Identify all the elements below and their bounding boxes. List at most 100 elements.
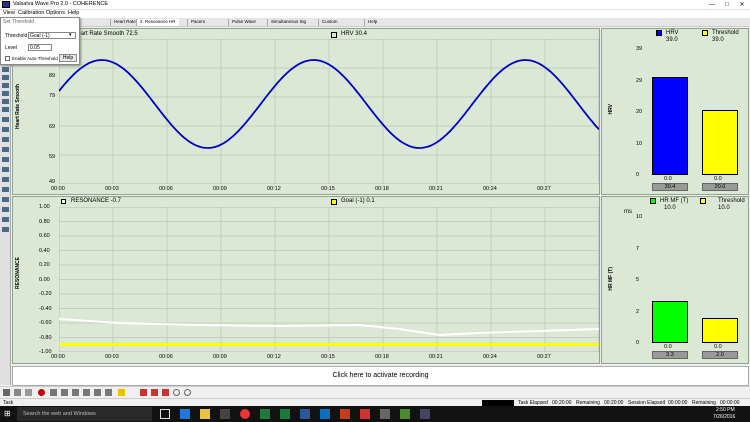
tool-icon[interactable] (140, 389, 147, 396)
excel-icon[interactable] (260, 409, 270, 419)
powerpoint-icon[interactable] (340, 409, 350, 419)
tool-icon[interactable] (83, 389, 90, 396)
tool-icon[interactable] (3, 389, 10, 396)
resonance-panel-title: RESONANCE -0.7 (71, 198, 122, 204)
tool-icon[interactable] (2, 147, 9, 152)
tool-icon[interactable] (2, 127, 9, 132)
tool-icon[interactable] (2, 117, 9, 122)
menu-view[interactable]: View (3, 10, 15, 16)
edge-icon[interactable] (180, 409, 190, 419)
x-tick-label: 00:18 (375, 354, 389, 360)
x-tick-label: 00:24 (483, 186, 497, 192)
tool-icon[interactable] (105, 389, 112, 396)
close-button[interactable]: ✕ (735, 0, 749, 10)
tool-icon[interactable] (2, 83, 9, 88)
clock-time: 2:50 PM (716, 407, 735, 413)
hrv-bar-panel: HRV 39.0 Threshold 39.0 HRV 39 29 20 10 0 0.0… (601, 28, 749, 195)
level-input[interactable]: 0.05 (28, 44, 52, 51)
app-icon (2, 1, 10, 8)
tab-resonance-hr[interactable]: 2. Resonance HR (136, 19, 179, 26)
tool-icon[interactable] (94, 389, 101, 396)
tool-icon[interactable] (72, 389, 79, 396)
help-icon[interactable] (118, 389, 125, 396)
threshold-value-label: 20.0 (702, 183, 738, 191)
tool-icon[interactable] (2, 137, 9, 142)
bar-y-tick: 7 (636, 245, 640, 252)
tab-heart-rate[interactable]: Heart Rate (110, 19, 139, 26)
tool-icon[interactable] (2, 227, 9, 232)
hr-ytick: 89 (49, 73, 56, 79)
hrv-legend-label: HRV 30.4 (341, 31, 367, 37)
auto-threshold-checkbox[interactable] (5, 56, 10, 61)
title-bar: Valsalva Wave Pro 2.0 - COHERENCE — □ ✕ (0, 0, 750, 10)
tool-icon[interactable] (2, 107, 9, 112)
record-icon[interactable] (38, 389, 45, 396)
app-icon[interactable] (420, 409, 430, 419)
zoom-out-icon[interactable] (184, 389, 191, 396)
goal-legend-swatch[interactable] (331, 199, 337, 205)
store-icon[interactable] (220, 409, 230, 419)
windows-start-icon[interactable]: ⊞ (4, 410, 12, 418)
chrome-icon[interactable] (240, 409, 250, 419)
bar-y-tick: 10 (636, 214, 643, 220)
record-button[interactable]: Click here to activate recording (12, 366, 749, 386)
x-tick-label: 00:21 (429, 186, 443, 192)
outlook-icon[interactable] (320, 409, 330, 419)
task-view-icon[interactable] (160, 409, 170, 419)
hr-ytick: 49 (49, 179, 56, 185)
tool-icon[interactable] (162, 389, 169, 396)
y-tick-label: -1.00 (39, 349, 52, 355)
tool-icon[interactable] (25, 389, 32, 396)
hr-mf-bar (652, 301, 688, 343)
tool-icon[interactable] (2, 75, 9, 80)
tool-icon[interactable] (2, 99, 9, 104)
tool-icon[interactable] (2, 187, 9, 192)
tool-icon[interactable] (2, 167, 9, 172)
tool-icon[interactable] (2, 177, 9, 182)
acrobat-icon[interactable] (360, 409, 370, 419)
minimize-button[interactable]: — (705, 0, 719, 10)
word-icon[interactable] (300, 409, 310, 419)
app-icon[interactable] (400, 409, 410, 419)
tab-help[interactable]: Help (364, 19, 380, 26)
zoom-in-icon[interactable] (173, 389, 180, 396)
tab-simultaneous-sig[interactable]: Simultaneous Sig (267, 19, 309, 26)
threshold-label: Threshold (5, 33, 28, 39)
chevron-down-icon[interactable]: ▾ (69, 32, 72, 38)
tool-icon[interactable] (2, 217, 9, 222)
tool-icon[interactable] (2, 157, 9, 162)
hr-mf-min-label: 0.0 (664, 344, 672, 350)
help-button[interactable]: Help (59, 54, 77, 62)
x-tick-label: 00:12 (267, 186, 281, 192)
tool-icon[interactable] (2, 207, 9, 212)
threshold-min-label: 0.0 (714, 344, 722, 350)
menu-options[interactable]: Options (46, 10, 65, 16)
menu-help[interactable]: Help (68, 10, 79, 16)
tool-icon[interactable] (2, 67, 9, 72)
maximize-button[interactable]: □ (720, 0, 734, 10)
explorer-icon[interactable] (200, 409, 210, 419)
hr-ytick: 69 (49, 124, 56, 130)
y-tick-label: 0.80 (39, 218, 50, 225)
hrv-legend-swatch[interactable] (331, 32, 337, 38)
tab-pacers[interactable]: Pacers (187, 19, 208, 26)
tool-icon[interactable] (2, 197, 9, 202)
tab-custom[interactable]: Custom (318, 19, 341, 26)
excel-icon[interactable] (280, 409, 290, 419)
resonance-checkbox[interactable] (61, 199, 66, 204)
tool-icon[interactable] (61, 389, 68, 396)
heart-rate-panel: Heart Rate Smooth 72.5 HRV 30.4 Heart Ra… (12, 28, 600, 195)
tool-icon[interactable] (2, 91, 9, 96)
tool-icon[interactable] (14, 389, 21, 396)
x-tick-label: 00:06 (159, 354, 173, 360)
menu-bar: View Calibration Options Help (0, 10, 750, 18)
x-tick-label: 00:09 (213, 354, 227, 360)
app-icon[interactable] (380, 409, 390, 419)
tab-pulse-wave[interactable]: Pulse Wave (228, 19, 259, 26)
taskbar-search[interactable]: Search the web and Windows (17, 407, 152, 421)
y-tick-label: 0.40 (39, 247, 50, 254)
tool-icon[interactable] (50, 389, 57, 396)
menu-calibration[interactable]: Calibration (18, 10, 44, 16)
x-tick-label: 00:15 (321, 354, 335, 360)
tool-icon[interactable] (151, 389, 158, 396)
